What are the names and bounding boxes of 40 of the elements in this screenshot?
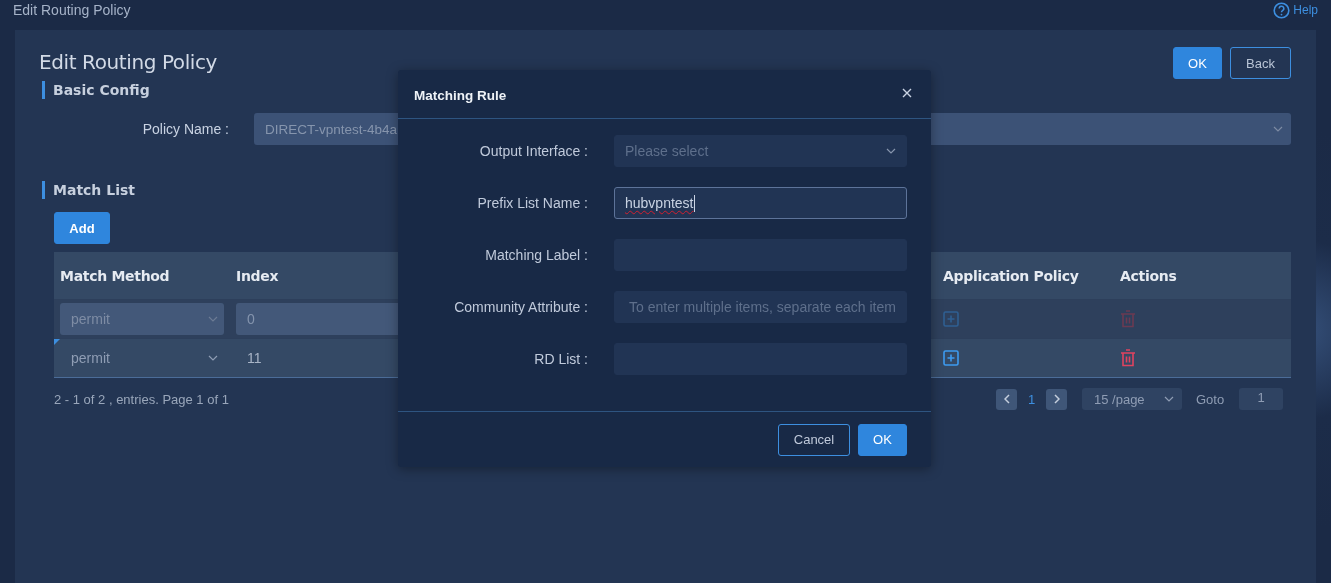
match-method-select[interactable]: permit: [60, 342, 224, 374]
close-icon[interactable]: [902, 88, 912, 98]
ok-button[interactable]: OK: [1173, 47, 1222, 79]
help-link[interactable]: Help: [1273, 1, 1318, 19]
select-field[interactable]: Please select: [614, 135, 907, 167]
ok-button[interactable]: OK: [858, 423, 907, 456]
chevron-down-icon: [208, 316, 218, 322]
input-field[interactable]: To enter multiple items, separate each item: [614, 291, 907, 323]
heading: Edit Routing Policy: [39, 49, 218, 74]
page-size-select[interactable]: 15 /page: [1082, 388, 1182, 410]
column-header: Index: [235, 267, 280, 284]
chevron-down-icon: [1164, 396, 1174, 402]
field-label: RD List :: [533, 351, 589, 367]
chevron-down-icon: [208, 355, 218, 361]
chevron-down-icon: [1273, 126, 1283, 132]
column-header: Application Policy: [942, 267, 1080, 284]
index-field[interactable]: 11: [236, 342, 401, 374]
next-page-button[interactable]: [1046, 388, 1067, 410]
entries-summary: 2 - 1 of 2 , entries. Page 1 of 1: [54, 391, 229, 407]
field-label: Matching Label :: [484, 247, 589, 263]
chevron-down-icon: [886, 148, 896, 154]
secondary-button[interactable]: Cancel: [778, 423, 850, 456]
input-field[interactable]: hubvpntest: [614, 187, 907, 219]
plus-square-icon[interactable]: [943, 350, 959, 366]
column-header: Actions: [1119, 267, 1178, 284]
column-header: Match Method: [59, 267, 171, 284]
previous-page-button[interactable]: [996, 388, 1017, 410]
field-label: Output Interface :: [478, 143, 589, 159]
field-label: Policy Name :: [141, 121, 230, 137]
trash-icon[interactable]: [1120, 349, 1136, 367]
chevron-right-icon: [1053, 394, 1060, 404]
chevron-left-icon: [1003, 394, 1010, 404]
secondary-button[interactable]: Back: [1230, 47, 1291, 79]
goto-label: Goto: [1196, 391, 1226, 407]
page-title: Edit Routing Policy: [13, 2, 131, 18]
add-button[interactable]: Add: [54, 212, 110, 244]
goto-field[interactable]: 1: [1239, 388, 1283, 410]
help-icon: [1273, 1, 1291, 19]
field-label: Community Attribute :: [453, 299, 589, 315]
page-number[interactable]: 1: [1017, 391, 1046, 407]
